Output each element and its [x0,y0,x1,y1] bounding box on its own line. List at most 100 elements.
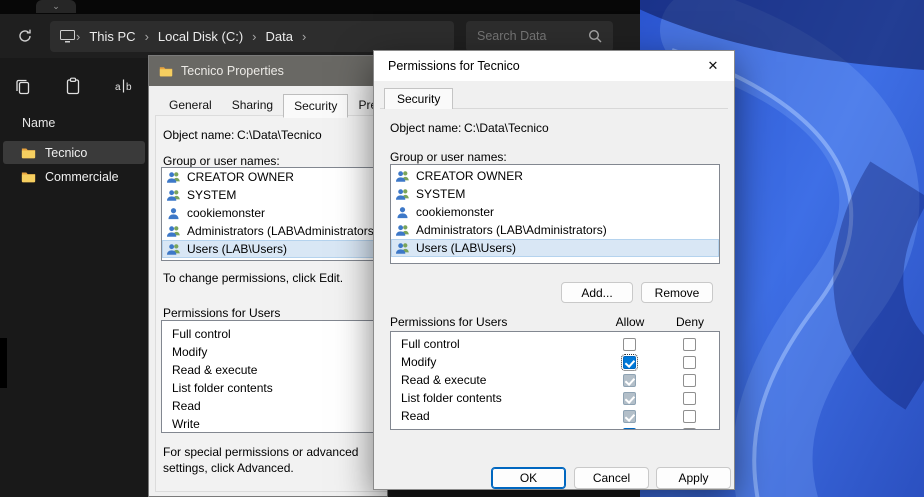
properties-dialog-title: Tecnico Properties [181,64,284,78]
allow-checkbox[interactable] [623,338,636,351]
group-label: Administrators (LAB\Administrators) [187,224,378,238]
permissions-dialog-titlebar[interactable]: Permissions for Tecnico ✕ [374,51,734,81]
rename-button[interactable]: a b [112,75,134,97]
group-label: CREATOR OWNER [416,169,523,183]
breadcrumb-item-this-pc[interactable]: This PC [81,29,143,44]
allow-checkbox[interactable] [623,410,636,423]
search-input[interactable] [477,29,588,43]
permission-label: List folder contents [172,381,273,395]
breadcrumb-item-local-disk[interactable]: Local Disk (C:) [150,29,251,44]
add-button[interactable]: Add... [561,282,633,303]
svg-text:a: a [115,82,121,93]
explorer-titlebar [0,0,640,14]
refresh-button[interactable] [12,23,38,49]
permissions-header-row: Permissions for Users Allow Deny [390,315,720,329]
group-list-item[interactable]: CREATOR OWNER [162,168,378,186]
file-item-tecnico[interactable]: Tecnico [3,141,145,164]
tab-sharing[interactable]: Sharing [222,94,283,118]
group-list-item[interactable]: SYSTEM [391,185,719,203]
permission-item[interactable]: Write [162,415,378,433]
rename-icon: a b [114,77,132,95]
file-item-label: Tecnico [45,146,87,160]
group-list-item[interactable]: SYSTEM [162,186,378,204]
users-icon [395,188,410,201]
permission-label: Write [172,417,200,431]
object-name-label: Object name: [390,121,461,135]
group-list-item-selected[interactable]: Users (LAB\Users) [391,239,719,257]
users-icon [166,243,181,256]
users-icon [395,224,410,237]
paste-button[interactable] [62,75,84,97]
apply-button[interactable]: Apply [656,467,731,489]
remove-button[interactable]: Remove [641,282,713,303]
folder-icon [21,170,36,183]
edit-hint: To change permissions, click Edit. [163,271,343,285]
close-icon: ✕ [708,58,719,74]
allow-checkbox[interactable] [623,428,636,431]
column-header-name[interactable]: Name [0,110,148,140]
group-list-item[interactable]: cookiemonster [162,204,378,222]
folder-icon [159,65,173,77]
deny-column-header: Deny [676,315,704,329]
permission-item[interactable]: List folder contents [162,379,378,397]
file-item-label: Commerciale [45,170,119,184]
group-list-item[interactable]: CREATOR OWNER [391,167,719,185]
permissions-label: Permissions for Users [163,306,280,320]
permissions-listbox: Full control Modify Read & execute List … [161,320,379,433]
group-listbox: CREATOR OWNER SYSTEM cookiemonster Admin… [161,167,379,261]
tab-general[interactable]: General [159,94,222,118]
search-box[interactable] [466,21,613,52]
properties-dialog-titlebar[interactable]: Tecnico Properties [149,56,387,86]
cancel-button[interactable]: Cancel [574,467,649,489]
group-list-item-selected[interactable]: Users (LAB\Users) [162,240,378,258]
users-icon [166,171,181,184]
tab-security[interactable]: Security [283,94,348,118]
close-button[interactable]: ✕ [692,51,734,81]
allow-checkbox[interactable] [623,374,636,387]
object-name-value: C:\Data\Tecnico [464,121,549,135]
group-list-item[interactable]: cookiemonster [391,203,719,221]
tab-security[interactable]: Security [384,88,453,109]
user-icon [395,206,410,219]
explorer-window-tab[interactable]: ⌄ [36,0,76,13]
ok-button[interactable]: OK [491,467,566,489]
group-list-item[interactable]: Administrators (LAB\Administrators) [391,221,719,239]
file-item-commerciale[interactable]: Commerciale [3,165,145,188]
group-list-item[interactable]: Administrators (LAB\Administrators) [162,222,378,240]
deny-checkbox[interactable] [683,338,696,351]
group-label: CREATOR OWNER [187,170,294,184]
deny-checkbox[interactable] [683,392,696,405]
permission-item[interactable]: Read & execute [162,361,378,379]
advanced-hint: For special permissions or advanced sett… [163,444,379,476]
permission-item[interactable]: Read [162,397,378,415]
group-label: SYSTEM [416,187,465,201]
group-label: SYSTEM [187,188,236,202]
paste-icon [64,77,82,95]
breadcrumb-item-data[interactable]: Data [258,29,301,44]
deny-checkbox[interactable] [683,410,696,423]
deny-checkbox[interactable] [683,428,696,431]
group-label: Administrators (LAB\Administrators) [416,223,607,237]
properties-dialog: Tecnico Properties General Sharing Secur… [148,55,388,497]
permission-label: Modify [401,355,599,369]
explorer-file-list: Name Tecnico Commerciale [0,110,148,189]
permission-item[interactable]: Full control [162,325,378,343]
copy-button[interactable] [12,75,34,97]
permission-row-write: Write [391,425,719,430]
object-name-value: C:\Data\Tecnico [237,128,322,142]
permissions-listbox: Full control Modify Read & execute List … [390,331,720,430]
screen: ⌄ › This PC › Local Disk (C:) › Data [0,0,924,497]
allow-column-header: Allow [616,315,645,329]
deny-checkbox[interactable] [683,356,696,369]
users-icon [395,242,410,255]
deny-checkbox[interactable] [683,374,696,387]
copy-icon [14,77,32,95]
search-icon [588,29,602,43]
permission-row-read: Read [391,407,719,425]
allow-checkbox[interactable] [623,392,636,405]
group-label: Users (LAB\Users) [416,241,516,255]
permissions-dialog: Permissions for Tecnico ✕ Security Objec… [373,50,735,490]
permission-item[interactable]: Modify [162,343,378,361]
allow-checkbox[interactable] [623,356,636,369]
permission-label: Read & execute [172,363,257,377]
